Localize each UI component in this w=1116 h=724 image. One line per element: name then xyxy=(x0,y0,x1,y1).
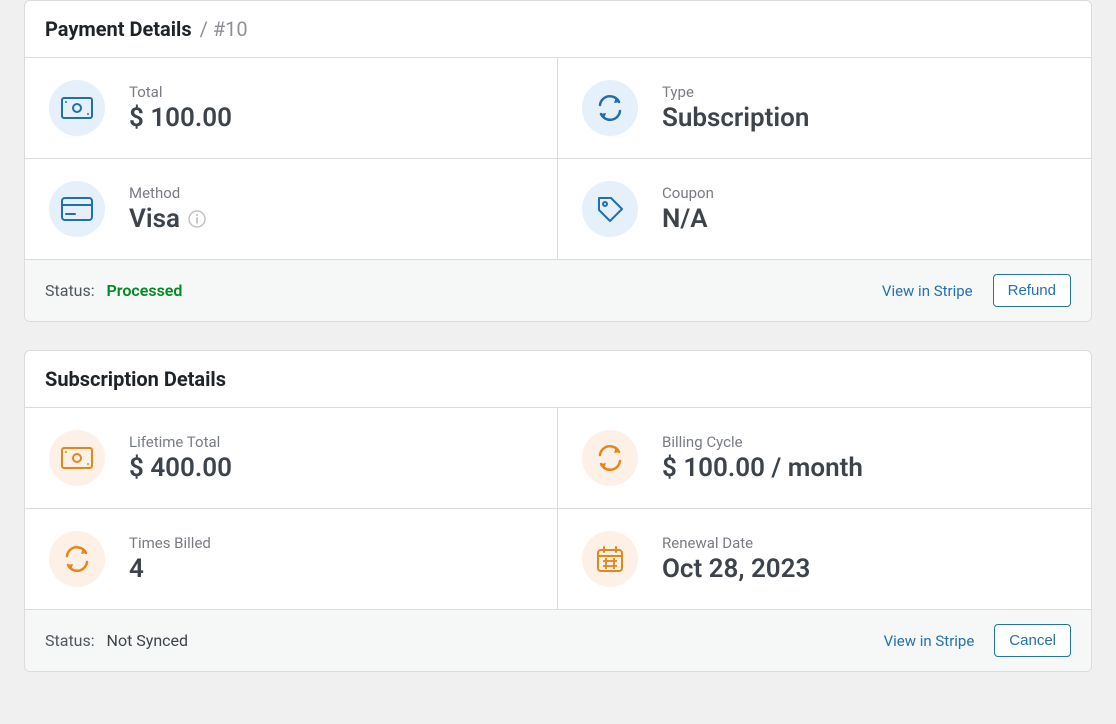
payment-coupon-cell: Coupon N/A xyxy=(558,159,1091,260)
tag-icon xyxy=(582,181,638,237)
coupon-value: N/A xyxy=(662,204,714,234)
payment-grid: Total $ 100.00 Type Subscription xyxy=(25,58,1091,260)
payment-total-cell: Total $ 100.00 xyxy=(25,58,558,159)
subscription-grid: Lifetime Total $ 400.00 Billing Cycle $ … xyxy=(25,408,1091,610)
refund-button[interactable]: Refund xyxy=(993,274,1071,307)
cancel-button[interactable]: Cancel xyxy=(994,624,1071,657)
subscription-details-card: Subscription Details Lifetime Total $ 40… xyxy=(24,350,1092,672)
recurring-icon xyxy=(582,80,638,136)
payment-footer-actions: View in Stripe Refund xyxy=(882,274,1071,307)
method-value: Visa xyxy=(129,204,206,234)
coupon-label: Coupon xyxy=(662,184,714,202)
card-icon xyxy=(49,181,105,237)
times-label: Times Billed xyxy=(129,534,211,552)
renewal-date-cell: Renewal Date Oct 28, 2023 xyxy=(558,509,1091,610)
subscription-card-header: Subscription Details xyxy=(25,351,1091,408)
subscription-footer: Status: Not Synced View in Stripe Cancel xyxy=(25,610,1091,671)
subscription-status-value: Not Synced xyxy=(107,631,189,650)
subscription-status-label: Status: xyxy=(45,631,95,650)
payment-status-label: Status: xyxy=(45,281,95,300)
subscription-footer-actions: View in Stripe Cancel xyxy=(884,624,1071,657)
method-label: Method xyxy=(129,184,206,202)
info-icon[interactable] xyxy=(188,210,206,228)
billing-cycle-cell: Billing Cycle $ 100.00 / month xyxy=(558,408,1091,509)
lifetime-total-cell: Lifetime Total $ 400.00 xyxy=(25,408,558,509)
money-icon xyxy=(49,430,105,486)
subscription-status: Status: Not Synced xyxy=(45,631,188,650)
renewal-value: Oct 28, 2023 xyxy=(662,554,810,584)
lifetime-value: $ 400.00 xyxy=(129,453,232,483)
lifetime-label: Lifetime Total xyxy=(129,433,232,451)
payment-status: Status: Processed xyxy=(45,281,182,300)
payment-details-card: Payment Details / #10 Total $ 100.00 xyxy=(24,0,1092,322)
total-value: $ 100.00 xyxy=(129,103,232,133)
payment-type-cell: Type Subscription xyxy=(558,58,1091,159)
payment-method-cell: Method Visa xyxy=(25,159,558,260)
cycle-value: $ 100.00 / month xyxy=(662,453,863,483)
calendar-icon xyxy=(582,531,638,587)
method-value-text: Visa xyxy=(129,204,180,234)
times-value: 4 xyxy=(129,554,211,584)
times-billed-cell: Times Billed 4 xyxy=(25,509,558,610)
payment-card-header: Payment Details / #10 xyxy=(25,1,1091,58)
payment-id: / #10 xyxy=(200,17,248,41)
view-in-stripe-link[interactable]: View in Stripe xyxy=(884,632,975,650)
subscription-title: Subscription Details xyxy=(45,367,226,391)
recurring-icon xyxy=(49,531,105,587)
payment-title: Payment Details xyxy=(45,17,192,41)
type-label: Type xyxy=(662,83,809,101)
cycle-label: Billing Cycle xyxy=(662,433,863,451)
type-value: Subscription xyxy=(662,103,809,133)
payment-footer: Status: Processed View in Stripe Refund xyxy=(25,260,1091,321)
payment-status-value: Processed xyxy=(107,281,183,300)
view-in-stripe-link[interactable]: View in Stripe xyxy=(882,282,973,300)
total-label: Total xyxy=(129,83,232,101)
money-icon xyxy=(49,80,105,136)
renewal-label: Renewal Date xyxy=(662,534,810,552)
recurring-icon xyxy=(582,430,638,486)
